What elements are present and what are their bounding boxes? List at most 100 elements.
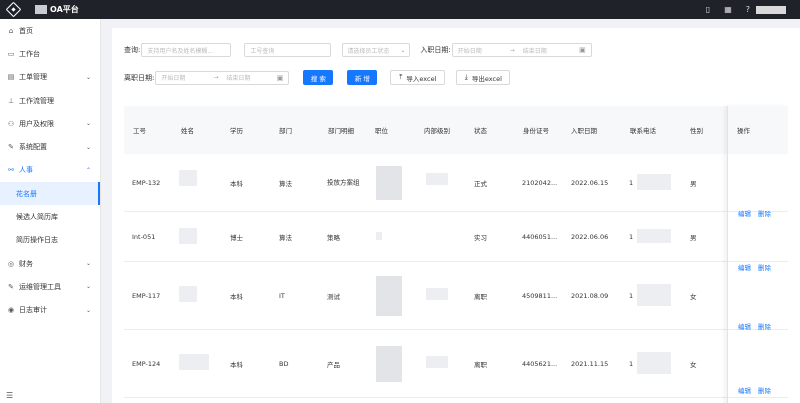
export-excel-button[interactable]: ⤓ 导出excel	[456, 70, 511, 85]
cell-join-date: 2022.06.15	[571, 178, 609, 187]
sidebar-item-users[interactable]: ⚇ 用户及权限 ⌄	[0, 112, 100, 135]
status-select[interactable]: 请选择员工状态 ⌄	[342, 43, 411, 57]
sidebar-item-workbench[interactable]: ▭ 工作台	[0, 42, 100, 65]
cell-dept: BD	[279, 359, 289, 368]
sidebar: ⌂ 首页 ▭ 工作台 ▤ 工单管理 ⌄ ⊥ 工作流管理 ⚇ 用户及权限 ⌄ ✎ …	[0, 19, 101, 403]
sidebar-item-finance[interactable]: ◎ 财务 ⌄	[0, 252, 100, 275]
col-emp-no: 工号	[133, 127, 146, 135]
cell-id-no: 2102042...	[522, 178, 558, 187]
sidebar-item-home[interactable]: ⌂ 首页	[0, 19, 100, 42]
cell-gender: 男	[690, 179, 697, 188]
col-level: 内部级别	[424, 127, 450, 135]
cell-emp-no: EMP-117	[132, 291, 161, 300]
sidebar-item-ops-tools[interactable]: ✎ 运维管理工具 ⌄	[0, 275, 100, 298]
cell-education: 本科	[230, 360, 243, 369]
edit-button[interactable]: 编辑	[738, 385, 751, 395]
desktop-icon: ▭	[7, 49, 15, 58]
cell-name-redacted	[179, 228, 197, 244]
sidebar-item-tickets[interactable]: ▤ 工单管理 ⌄	[0, 66, 100, 89]
leave-date-label: 离职日期:	[124, 73, 155, 82]
cell-name-redacted	[179, 354, 209, 370]
join-date-range[interactable]: 开始日期 → 结束日期 ▣	[451, 43, 592, 57]
export-button-label: 导出excel	[471, 74, 502, 83]
delete-button[interactable]: 删除	[758, 385, 771, 395]
chevron-down-icon: ⌄	[85, 260, 91, 268]
table-row: EMP-132 本科 算法 投放方案组 正式 2102042... 2022.0…	[124, 154, 788, 212]
cell-dept: IT	[279, 291, 285, 300]
sidebar-subitem-roster[interactable]: 花名册	[0, 182, 100, 206]
leave-date-range[interactable]: 开始日期 → 结束日期 ▣	[155, 70, 290, 85]
table-row: EMP-124 本科 BD 产品 离职 4405621... 2021.11.1…	[124, 330, 788, 398]
diamond-logo-icon	[5, 1, 22, 18]
download-icon: ⤓	[464, 73, 468, 81]
edit-button[interactable]: 编辑	[738, 262, 751, 272]
cell-emp-no: EMP-124	[132, 359, 161, 368]
import-excel-button[interactable]: ⤒ 导入excel	[390, 70, 446, 85]
col-join-date: 入职日期	[571, 127, 597, 135]
cell-education: 本科	[230, 179, 243, 188]
hr-icon: ⚯	[8, 166, 14, 175]
cell-gender: 女	[690, 360, 697, 369]
workflow-icon: ⊥	[7, 96, 15, 105]
sidebar-item-workflow[interactable]: ⊥ 工作流管理	[0, 89, 100, 112]
delete-button[interactable]: 删除	[758, 208, 771, 218]
cell-status: 实习	[474, 233, 487, 242]
cell-gender: 男	[690, 233, 697, 242]
import-button-label: 导入excel	[406, 74, 437, 83]
query-placeholder: 支持用户名及姓名模糊...	[147, 47, 214, 55]
delete-button[interactable]: 删除	[758, 321, 771, 331]
sidebar-item-label: 运维管理工具	[19, 282, 61, 291]
delete-button[interactable]: 删除	[758, 262, 771, 272]
audit-icon: ◉	[7, 306, 15, 315]
sidebar-item-system-config[interactable]: ✎ 系统配置 ⌄	[0, 135, 100, 158]
user-name-redacted[interactable]	[756, 5, 786, 14]
join-start-placeholder: 开始日期	[457, 47, 482, 55]
calendar-icon: ▣	[579, 46, 586, 54]
col-phone: 联系电话	[630, 127, 656, 135]
cell-position-redacted	[376, 166, 402, 200]
sidebar-subitem-resume-log[interactable]: 简历操作日志	[0, 229, 100, 252]
top-bar: OA平台 ▯ ▦ ?	[0, 0, 800, 19]
cell-dept-detail: 策略	[327, 233, 340, 242]
search-button[interactable]: 搜 索	[303, 70, 334, 85]
arrow-right-icon: →	[509, 46, 515, 54]
cell-phone-prefix: 1	[629, 232, 634, 241]
cell-education: 博士	[230, 233, 243, 242]
cell-id-no: 4405621...	[522, 359, 558, 368]
query-input[interactable]: 支持用户名及姓名模糊...	[141, 43, 232, 57]
status-placeholder: 请选择员工状态	[347, 47, 390, 55]
user-icon: ⚇	[7, 119, 15, 128]
cell-phone-prefix: 1	[629, 291, 634, 300]
sidebar-item-audit[interactable]: ◉ 日志审计 ⌄	[0, 299, 100, 322]
sidebar-item-hr[interactable]: ⚯ 人事 ⌃	[0, 159, 100, 182]
chevron-down-icon: ⌄	[85, 283, 91, 291]
edit-button[interactable]: 编辑	[738, 321, 751, 331]
emp-no-placeholder: 工号查询	[250, 47, 275, 55]
finance-icon: ◎	[7, 259, 15, 268]
menu-collapse-icon[interactable]: ☰	[6, 391, 13, 400]
edit-button[interactable]: 编辑	[738, 208, 751, 218]
help-icon[interactable]: ?	[746, 5, 750, 14]
chevron-down-icon: ⌄	[85, 306, 91, 314]
cell-name-redacted	[179, 170, 197, 186]
sidebar-subitem-candidates[interactable]: 候选人简历库	[0, 205, 100, 228]
qrcode-icon[interactable]: ▦	[724, 5, 732, 14]
leave-start-placeholder: 开始日期	[161, 75, 186, 82]
cell-dept-detail: 产品	[327, 360, 340, 369]
col-position: 职位	[375, 127, 388, 135]
cell-emp-no: EMP-132	[132, 178, 161, 187]
cell-phone-redacted	[637, 284, 671, 306]
sidebar-item-label: 用户及权限	[19, 119, 54, 128]
sidebar-item-label: 工作台	[19, 49, 40, 58]
emp-no-input[interactable]: 工号查询	[244, 43, 332, 57]
mobile-icon[interactable]: ▯	[706, 5, 710, 14]
sidebar-item-label: 工作流管理	[19, 96, 54, 105]
cell-dept: 算法	[279, 233, 292, 242]
add-button[interactable]: 新 增	[347, 70, 378, 85]
col-name: 姓名	[181, 127, 194, 135]
wrench-icon: ✎	[8, 143, 14, 152]
cell-position-redacted	[376, 232, 382, 240]
home-icon: ⌂	[8, 26, 14, 35]
upload-icon: ⤒	[399, 73, 403, 81]
query-label: 查询:	[124, 46, 141, 54]
